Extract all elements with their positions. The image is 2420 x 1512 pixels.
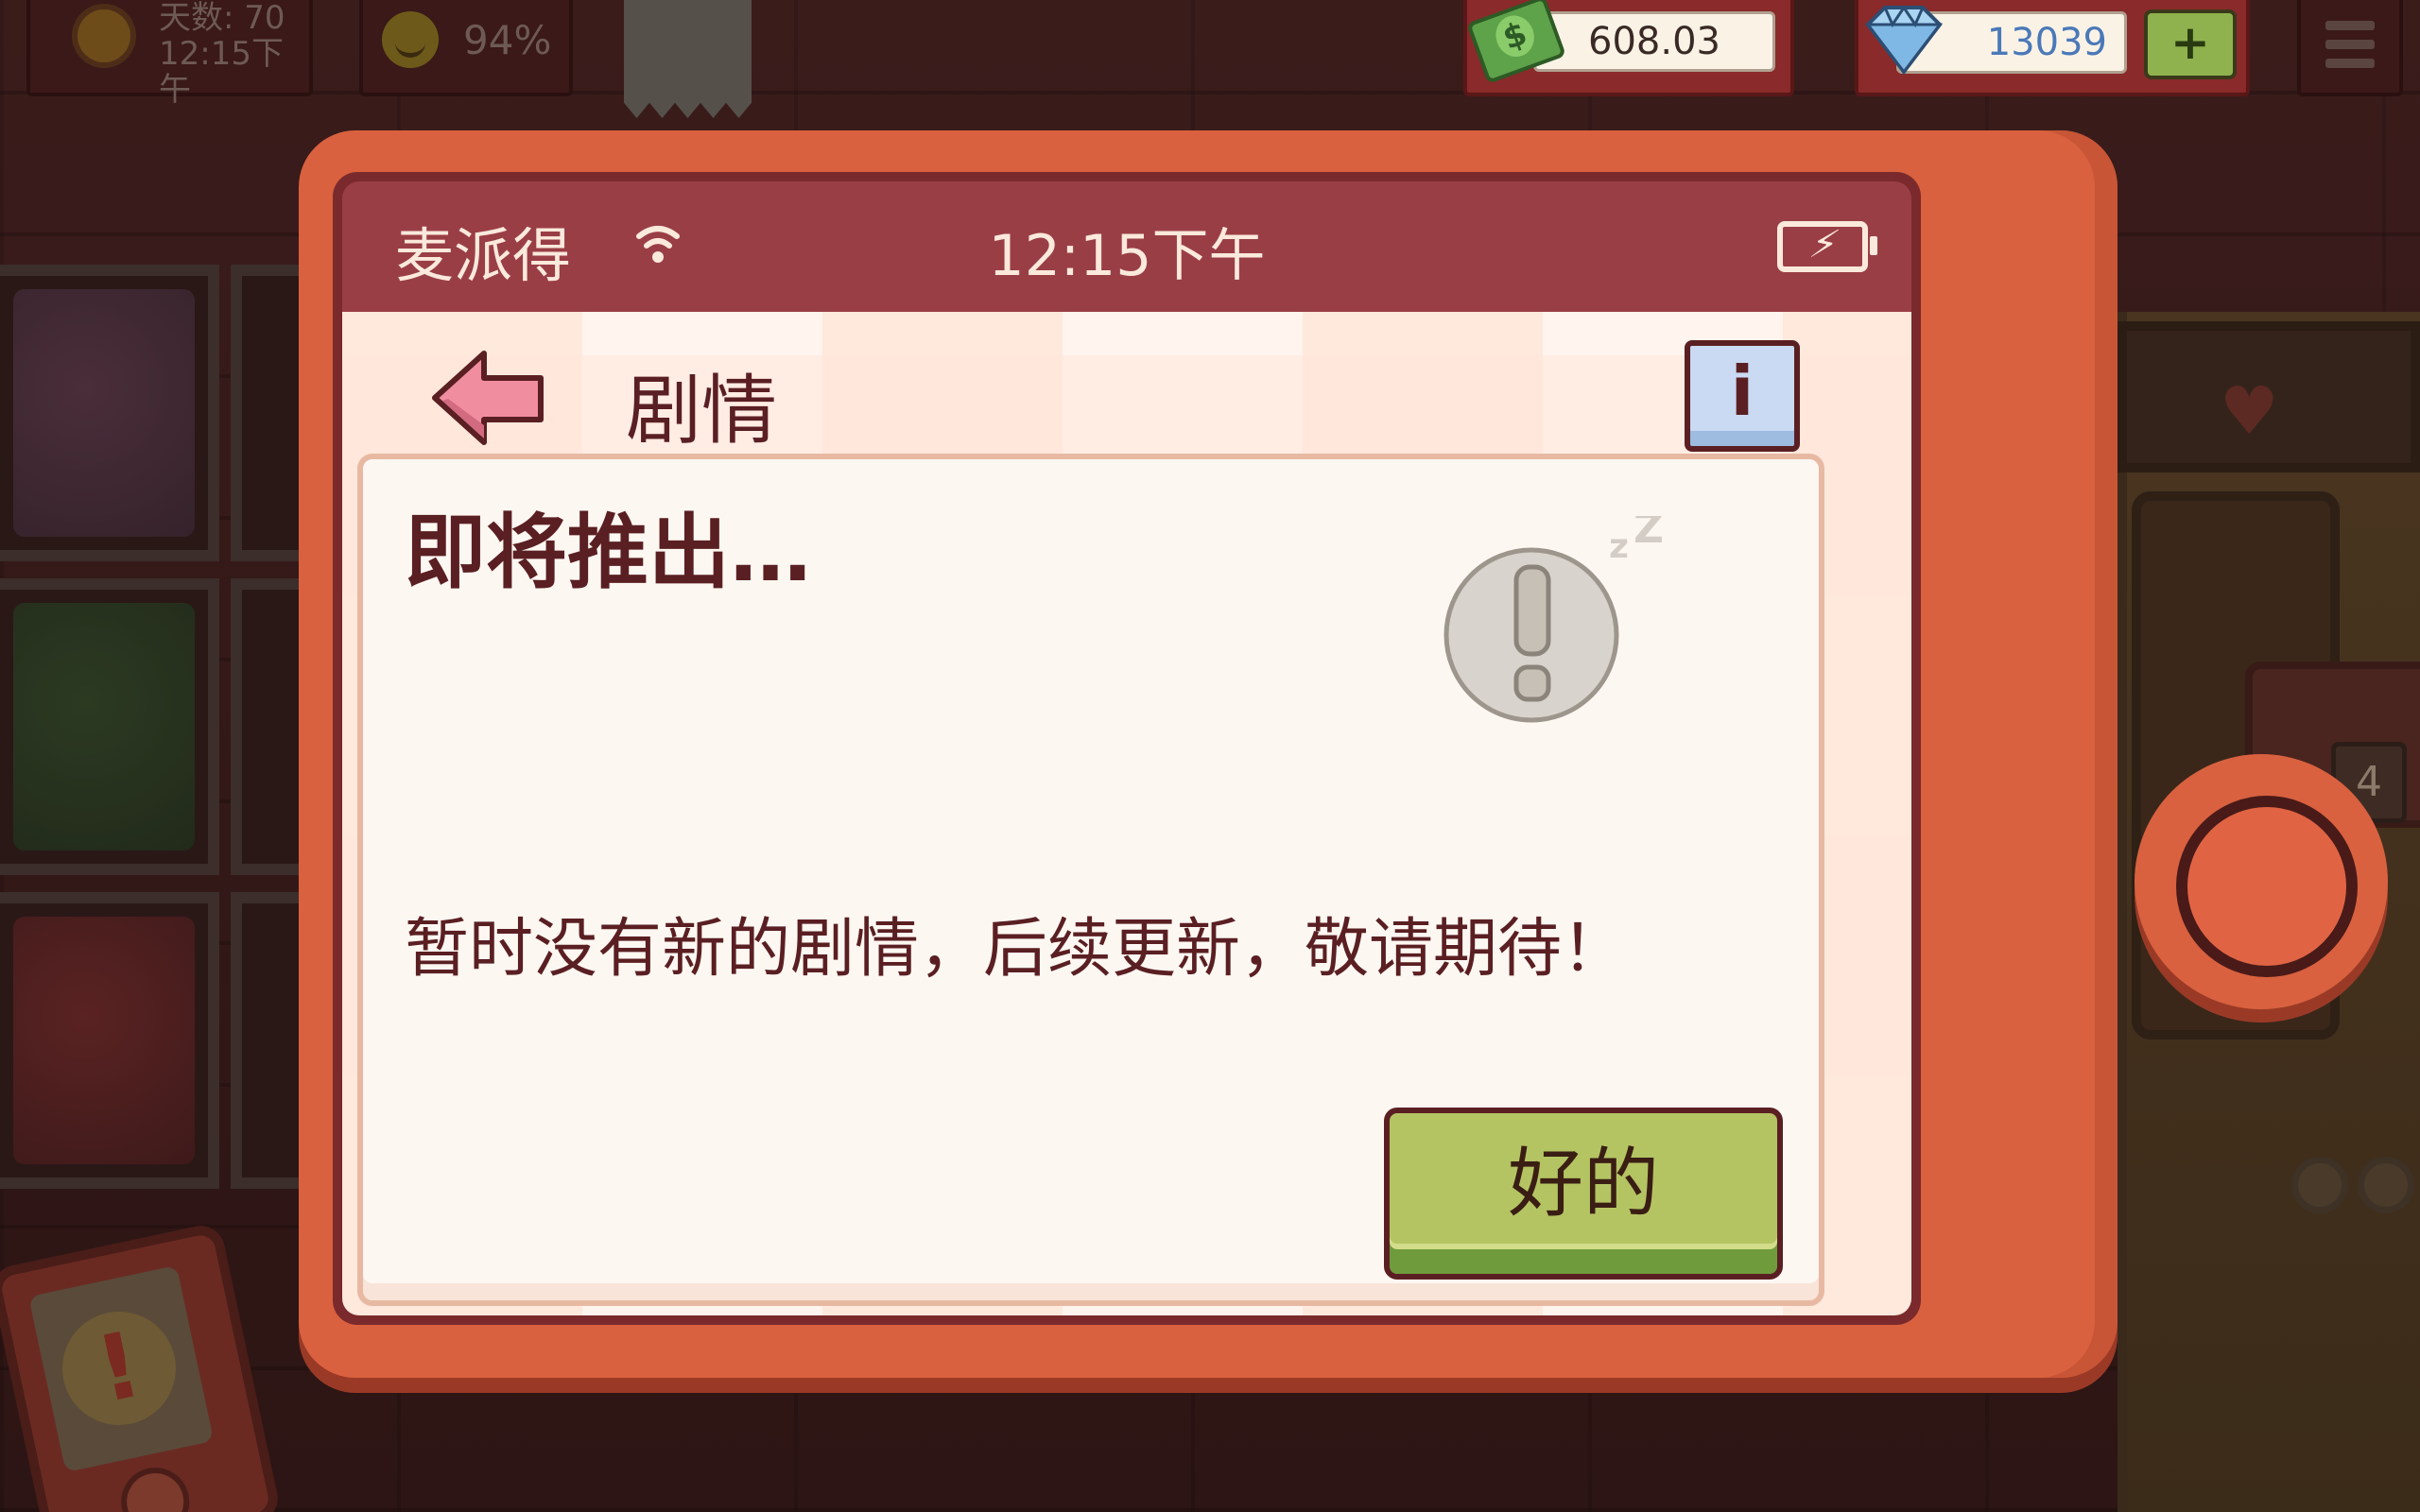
phone-screen: 麦派得 12:15下午 ⚡ 剧情 i 即将推出… z Z 暂时没有新的剧情，后续… [333, 172, 1921, 1325]
card-title: 即将推出… [405, 506, 811, 600]
mood-percent: 94% [463, 17, 552, 63]
hamburger-menu-icon [2325, 21, 2375, 30]
gem-panel: 13039 + [1855, 0, 2250, 96]
status-bar: 麦派得 12:15下午 ⚡ [342, 181, 1911, 312]
mood-panel: 94% [359, 0, 573, 96]
hud-time: 12:15下午 [159, 35, 284, 109]
money-value: 608.03 [1533, 11, 1775, 72]
card-message: 暂时没有新的剧情，后续更新，敬请期待！ [405, 912, 1627, 987]
ingredient-bin-onion [0, 265, 219, 561]
ingredient-bin-lettuce [0, 578, 219, 875]
heart-icon: ♥ [2220, 372, 2279, 450]
stove-knob [2358, 1157, 2414, 1213]
add-gems-button[interactable]: + [2144, 9, 2237, 79]
back-button[interactable] [427, 346, 550, 450]
money-panel: 608.03 [1463, 0, 1794, 96]
sun-icon [78, 9, 130, 62]
phone-dialog: 麦派得 12:15下午 ⚡ 剧情 i 即将推出… z Z 暂时没有新的剧情，后续… [299, 130, 2388, 1378]
info-button[interactable]: i [1685, 340, 1800, 452]
screen-body: 剧情 i 即将推出… z Z 暂时没有新的剧情，后续更新，敬请期待！ 好的 [342, 312, 1911, 1315]
menu-button[interactable] [2297, 0, 2403, 96]
receipt-icon[interactable] [624, 0, 752, 118]
svg-text:Z: Z [1634, 516, 1664, 553]
battery-charging-icon: ⚡ [1777, 221, 1877, 272]
phone-home-button[interactable] [2135, 754, 2388, 1009]
stove-knob [2291, 1157, 2348, 1213]
message-card: 即将推出… z Z 暂时没有新的剧情，后续更新，敬请期待！ 好的 [357, 454, 1824, 1306]
ok-button[interactable]: 好的 [1384, 1108, 1783, 1280]
page-title: 剧情 [626, 367, 777, 455]
ingredient-bin-meat [0, 892, 219, 1189]
day-time-panel: 天数: 70 12:15下午 [26, 0, 313, 108]
day-label: 天数: 70 [159, 0, 285, 37]
diamond-icon [1864, 5, 1944, 76]
status-clock: 12:15下午 [988, 223, 1266, 289]
sleeping-alert-icon: z Z [1443, 516, 1664, 723]
svg-text:z: z [1609, 527, 1629, 566]
smiley-icon [382, 11, 439, 68]
